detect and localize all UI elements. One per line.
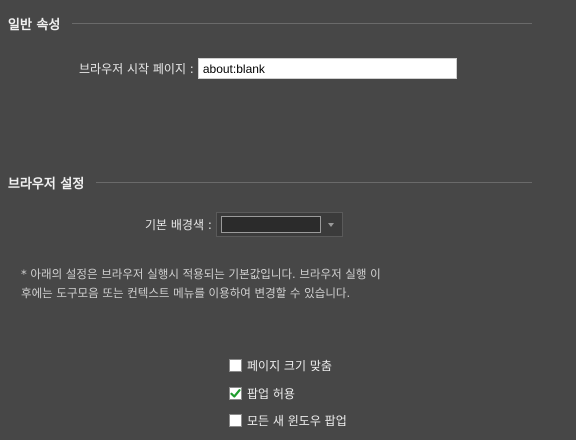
fit-page-size-checkbox[interactable] (229, 359, 242, 372)
browser-section-title: 브라우저 설정 (8, 177, 85, 192)
fit-page-size-option[interactable]: 페이지 크기 맞춤 (229, 357, 332, 374)
checkmark-icon (230, 389, 241, 398)
general-section-header: 일반 속성 (8, 14, 532, 33)
browser-section-header: 브라우저 설정 (8, 173, 532, 192)
general-section-title: 일반 속성 (8, 18, 61, 33)
popup-all-windows-checkbox[interactable] (229, 414, 242, 427)
chevron-down-icon (327, 222, 334, 227)
allow-popup-checkbox[interactable] (229, 387, 242, 400)
start-page-row: 브라우저 시작 페이지 : (79, 58, 457, 79)
fit-page-size-label: 페이지 크기 맞춤 (247, 359, 332, 373)
bg-color-row: 기본 배경색 : (145, 212, 343, 237)
popup-all-windows-label: 모든 새 윈도우 팝업 (247, 414, 347, 428)
section-divider (72, 23, 532, 24)
bg-color-swatch (220, 216, 321, 233)
bg-color-label: 기본 배경색 : (145, 218, 212, 232)
settings-note: * 아래의 설정은 브라우저 실행시 적용되는 기본값입니다. 브라우저 실행 … (21, 265, 541, 303)
bg-color-dropdown[interactable] (215, 212, 343, 237)
section-divider (96, 182, 532, 183)
settings-note-line: * 아래의 설정은 브라우저 실행시 적용되는 기본값입니다. 브라우저 실행 … (21, 267, 381, 281)
popup-all-windows-option[interactable]: 모든 새 윈도우 팝업 (229, 412, 347, 429)
settings-note-line: 후에는 도구모음 또는 컨텍스트 메뉴를 이용하여 변경할 수 있습니다. (21, 286, 351, 300)
allow-popup-label: 팝업 허용 (247, 387, 295, 401)
start-page-input[interactable] (197, 58, 457, 79)
start-page-label: 브라우저 시작 페이지 : (79, 62, 194, 76)
allow-popup-option[interactable]: 팝업 허용 (229, 385, 295, 402)
